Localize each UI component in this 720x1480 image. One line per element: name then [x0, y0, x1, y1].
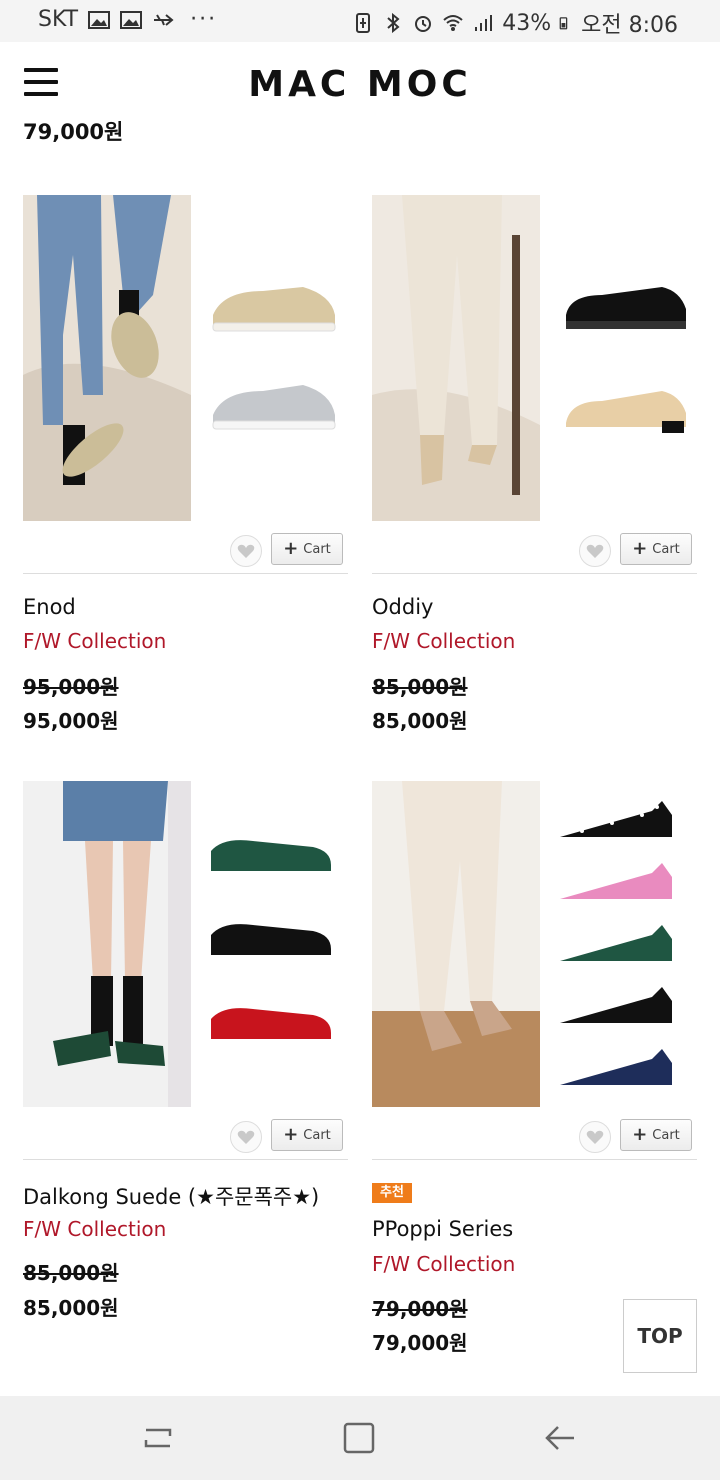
usb-icon	[154, 13, 174, 26]
divider	[372, 1159, 697, 1160]
previous-item-price: 79,000원	[23, 120, 124, 142]
alarm-icon	[415, 16, 432, 32]
wishlist-button[interactable]	[579, 535, 611, 567]
plus-icon: +	[632, 538, 648, 559]
product-image[interactable]	[23, 195, 348, 521]
product-name[interactable]: PPoppi Series	[372, 1217, 513, 1241]
wifi-icon	[443, 15, 463, 31]
product-card[interactable]: + Cart Oddiy F/W Collection 85,000원 85,0…	[372, 195, 697, 735]
system-navigation-bar	[0, 1396, 720, 1480]
product-actions: + Cart	[23, 531, 348, 567]
product-image[interactable]	[372, 781, 697, 1107]
scroll-to-top-button[interactable]: TOP	[623, 1299, 697, 1373]
cart-label: Cart	[652, 541, 680, 557]
wishlist-button[interactable]	[579, 1121, 611, 1153]
original-price: 85,000원	[23, 1261, 119, 1285]
heart-icon	[237, 1130, 255, 1144]
battery-icon	[559, 17, 568, 30]
plus-icon: +	[283, 1124, 299, 1145]
image-notification-icon	[88, 10, 111, 29]
add-to-cart-button[interactable]: + Cart	[620, 1119, 692, 1151]
product-actions: + Cart	[372, 1117, 697, 1153]
product-collection: F/W Collection	[23, 1217, 167, 1241]
bluetooth-icon	[387, 13, 400, 33]
product-image[interactable]	[23, 781, 348, 1107]
product-collection: F/W Collection	[372, 1252, 516, 1276]
recent-apps-icon[interactable]	[138, 1418, 178, 1458]
cart-label: Cart	[303, 541, 331, 557]
plus-icon: +	[632, 1124, 648, 1145]
heart-icon	[586, 544, 604, 558]
status-bar: SKT ··· 43% 오전 8:06	[0, 0, 720, 42]
more-notifications-icon: ···	[190, 7, 218, 32]
product-name[interactable]: Dalkong Suede (★주문폭주★)	[23, 1181, 319, 1211]
add-to-cart-button[interactable]: + Cart	[620, 533, 692, 565]
product-name[interactable]: Enod	[23, 595, 76, 619]
recommended-badge: 추천	[372, 1183, 412, 1203]
model-photo	[23, 781, 191, 1107]
product-image[interactable]	[372, 195, 697, 521]
product-card[interactable]: + Cart 추천 PPoppi Series F/W Collection 7…	[372, 781, 697, 1361]
model-photo	[23, 195, 191, 521]
plus-icon: +	[283, 538, 299, 559]
back-icon[interactable]	[540, 1418, 580, 1458]
model-photo	[372, 195, 540, 521]
product-collection: F/W Collection	[23, 629, 167, 653]
heart-icon	[237, 544, 255, 558]
wishlist-button[interactable]	[230, 535, 262, 567]
product-shoes-image	[203, 781, 348, 1107]
product-collection: F/W Collection	[372, 629, 516, 653]
product-shoes-image	[552, 781, 697, 1107]
product-card[interactable]: + Cart Dalkong Suede (★주문폭주★) F/W Collec…	[23, 781, 348, 1341]
product-actions: + Cart	[372, 531, 697, 567]
battery-saver-icon	[356, 13, 371, 33]
sale-price: 79,000원	[372, 1331, 468, 1355]
image-notification-icon	[120, 10, 143, 29]
product-actions: + Cart	[23, 1117, 348, 1153]
clock: 오전 8:06	[581, 13, 678, 38]
sale-price: 85,000원	[372, 709, 468, 733]
product-shoes-image	[203, 195, 348, 521]
model-photo	[372, 781, 540, 1107]
signal-icon	[475, 15, 493, 31]
battery-percent: 43%	[502, 10, 552, 36]
add-to-cart-button[interactable]: + Cart	[271, 1119, 343, 1151]
product-card[interactable]: + Cart Enod F/W Collection 95,000원 95,00…	[23, 195, 348, 735]
cart-label: Cart	[652, 1127, 680, 1143]
original-price: 95,000원	[23, 675, 119, 699]
carrier-label: SKT	[38, 7, 79, 32]
heart-icon	[586, 1130, 604, 1144]
site-logo[interactable]: MAC MOC	[0, 64, 720, 105]
original-price: 85,000원	[372, 675, 468, 699]
add-to-cart-button[interactable]: + Cart	[271, 533, 343, 565]
divider	[23, 573, 348, 574]
product-name[interactable]: Oddiy	[372, 595, 433, 619]
home-icon[interactable]	[339, 1418, 379, 1458]
product-shoes-image	[552, 195, 697, 521]
divider	[372, 573, 697, 574]
wishlist-button[interactable]	[230, 1121, 262, 1153]
sale-price: 85,000원	[23, 1296, 119, 1320]
original-price: 79,000원	[372, 1297, 468, 1321]
divider	[23, 1159, 348, 1160]
sale-price: 95,000원	[23, 709, 119, 733]
cart-label: Cart	[303, 1127, 331, 1143]
